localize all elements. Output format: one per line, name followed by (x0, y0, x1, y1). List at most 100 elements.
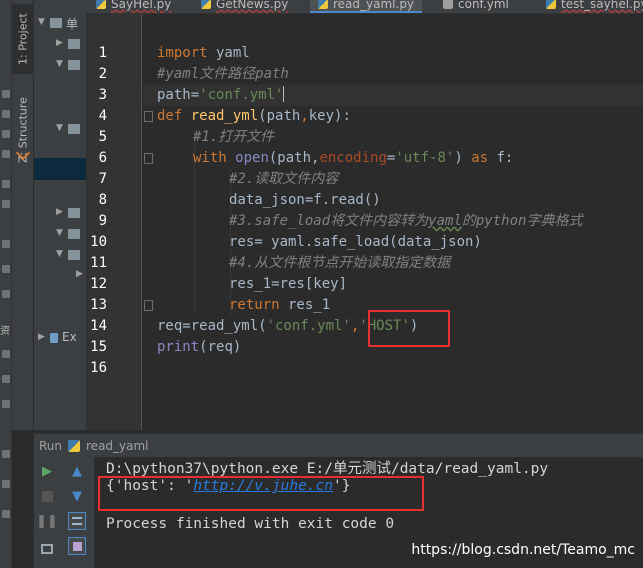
code-line-2: #yaml文件路径path (157, 66, 289, 82)
fold-marker-icon[interactable] (144, 111, 153, 122)
chevron-down-icon[interactable]: ▼ (56, 249, 63, 259)
folder-icon (68, 60, 80, 70)
line-number: 2 (98, 66, 107, 82)
strip-icon (2, 480, 10, 488)
tab-getnews[interactable]: GetNews.py (201, 0, 288, 13)
tree-row[interactable]: ▼ (34, 225, 86, 243)
yaml-file-icon (443, 0, 453, 9)
fold-marker-icon[interactable] (144, 300, 153, 311)
code-line-9: #3.safe_load将文件内容转为yaml的python字典格式 (229, 213, 583, 229)
line-number: 5 (98, 129, 107, 145)
folder-icon (68, 250, 80, 260)
strip-icon (2, 510, 10, 518)
tree-row[interactable]: ▶ Ex (34, 329, 86, 347)
highlight-box-host (368, 310, 450, 347)
line-number-gutter: 1 2 3 4 5 6 7 8 9 10 11 12 13 14 15 16 (86, 14, 142, 430)
tab-read-yaml[interactable]: read_yaml.py (310, 0, 423, 13)
left-edge-strip: 资 (0, 0, 12, 568)
chevron-right-icon[interactable]: ▶ (38, 332, 45, 342)
chevron-down-icon[interactable]: ▼ (56, 59, 63, 69)
line-number: 14 (90, 318, 107, 334)
code-editor[interactable]: 1 2 3 4 5 6 7 8 9 10 11 12 13 14 15 16 i… (86, 14, 643, 430)
strip-icon (2, 450, 10, 458)
chevron-right-icon[interactable]: ▶ (56, 207, 63, 217)
code-line-3: path='conf.yml' (157, 86, 285, 103)
tree-row[interactable]: ▶ (34, 35, 86, 53)
python-file-icon (546, 0, 556, 9)
tree-label: 单 (66, 17, 79, 31)
strip-icon (2, 90, 10, 98)
strip-icon (2, 375, 10, 383)
line-number: 16 (90, 360, 107, 376)
code-line-6: with open(path,encoding='utf-8') as f: (193, 150, 514, 166)
folder-icon (68, 124, 80, 134)
strip-icon (2, 200, 10, 208)
run-panel-header: Run read_yaml (34, 433, 643, 457)
run-config-name[interactable]: read_yaml (86, 439, 149, 453)
chevron-down-icon[interactable]: ▼ (38, 17, 45, 27)
strip-icon (2, 265, 10, 273)
chevron-right-icon[interactable]: ▶ (76, 269, 83, 279)
tab-conf-yml[interactable]: conf.yml (443, 0, 509, 13)
line-number: 13 (90, 297, 107, 313)
python-file-icon (201, 0, 211, 9)
fold-marker-icon[interactable] (144, 153, 153, 164)
tab-sayhel[interactable]: SayHel.py (96, 0, 171, 13)
editor-tab-bar: SayHel.py GetNews.py read_yaml.py conf.y… (86, 0, 643, 14)
chevron-down-icon[interactable]: ▼ (56, 123, 63, 133)
chevron-right-icon[interactable]: ▶ (56, 38, 63, 48)
code-line-5: #1.打开文件 (193, 129, 275, 145)
folder-icon (50, 18, 62, 28)
strip-icon (2, 290, 10, 298)
line-number: 11 (90, 255, 107, 271)
code-line-8: data_json=f.read() (229, 192, 381, 208)
external-libraries-icon (50, 333, 58, 343)
tool-tab-project[interactable]: 1: Project (12, 4, 34, 74)
strip-icon (2, 180, 10, 188)
tree-row[interactable]: ▶ (34, 266, 86, 284)
run-toolbar: ▶ ▲ ▼ ❚❚ (34, 457, 94, 568)
tree-row[interactable]: ▼ (34, 246, 86, 264)
stop-icon[interactable] (38, 487, 56, 505)
code-line-4: def read_yml(path,key): (157, 108, 351, 124)
line-number: 8 (98, 192, 107, 208)
run-label: Run (39, 438, 63, 453)
chevron-down-icon[interactable]: ▼ (56, 228, 63, 238)
strip-icon (2, 110, 10, 118)
folder-icon (68, 229, 80, 239)
tree-row[interactable]: ▼ 单 (34, 14, 86, 32)
tree-row[interactable]: ▶ (34, 204, 86, 222)
tab-test-sayhel[interactable]: test_sayhel.py (546, 0, 643, 13)
left-strip-label: 资 (0, 326, 10, 337)
strip-icon (2, 150, 10, 158)
project-panel: ▼ 单 ▶ ▼ ▼ ▶ ▼ ▼ ▶ ▶ Ex (34, 0, 86, 430)
tree-row[interactable]: ▼ (34, 56, 86, 74)
line-number: 3 (98, 87, 107, 103)
soft-wrap-icon[interactable] (68, 512, 86, 530)
tool-tab-structure[interactable]: Z: Structure (12, 80, 34, 180)
layout-icon[interactable] (38, 540, 56, 558)
watermark: https://blog.csdn.net/Teamo_mc (411, 542, 635, 558)
console-command: D:\python37\python.exe E:/单元测试/data/read… (106, 461, 549, 477)
code-line-12: res_1=res[key] (229, 276, 348, 292)
folder-icon (68, 39, 80, 49)
pause-icon[interactable]: ❚❚ (36, 512, 58, 530)
line-number: 9 (98, 213, 107, 229)
text-caret (283, 86, 285, 102)
line-number: 1 (98, 45, 107, 61)
line-number: 12 (90, 276, 107, 292)
line-number: 6 (98, 150, 107, 166)
scroll-to-end-icon[interactable] (68, 537, 86, 555)
arrow-down-icon[interactable]: ▼ (68, 487, 86, 505)
code-line-15: print(req) (157, 339, 242, 355)
rerun-icon[interactable]: ▶ (38, 462, 56, 480)
code-line-7: #2.读取文件内容 (229, 171, 339, 187)
strip-icon (2, 240, 10, 248)
strip-icon (2, 400, 10, 408)
python-file-icon (68, 439, 81, 452)
code-line-13: return res_1 (229, 297, 331, 313)
code-line-1: import yaml (157, 45, 250, 61)
folder-icon (68, 208, 80, 218)
arrow-up-icon[interactable]: ▲ (68, 462, 86, 480)
tree-row[interactable]: ▼ (34, 120, 86, 138)
